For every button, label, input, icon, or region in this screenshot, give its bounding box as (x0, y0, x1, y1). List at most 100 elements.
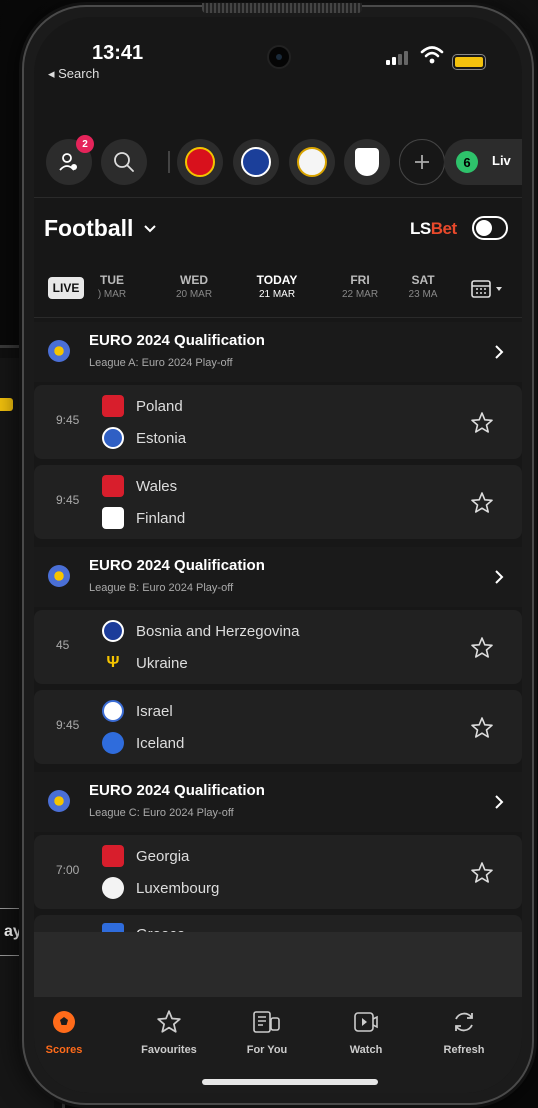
real-madrid-crest-icon (297, 147, 327, 177)
date-tab-date: 21 MAR (258, 289, 296, 300)
back-to-search-link[interactable]: ◂ Search (48, 66, 99, 82)
match-time: 45 (56, 638, 70, 652)
match-time: 9:45 (56, 493, 80, 507)
nav-label: Watch (349, 1044, 383, 1056)
scroll-fade (34, 932, 522, 1007)
star-icon[interactable] (470, 411, 494, 435)
team-shortcut-real-madrid[interactable] (289, 139, 335, 185)
shortcut-row: 2 6 Liv (46, 135, 522, 189)
match-time: 7:00 (56, 863, 80, 877)
nav-label: Refresh (443, 1044, 485, 1056)
date-tab-fri[interactable]: FRI 22 MAR (325, 273, 395, 300)
date-tab-wed[interactable]: WED 20 MAR (159, 273, 229, 300)
speaker-grille (202, 3, 362, 13)
add-shortcut-button[interactable] (399, 139, 445, 185)
camera-icon (267, 45, 291, 69)
divider (34, 197, 522, 198)
nav-label: Scores (45, 1044, 83, 1056)
team-name: Bosnia and Herzegovina (136, 622, 300, 640)
odds-toggle[interactable] (472, 216, 508, 240)
sport-selector[interactable]: Football (44, 215, 157, 242)
wales-crest-icon (102, 475, 124, 497)
match-row[interactable]: 9:45 Israel Iceland (34, 690, 522, 764)
competition-header[interactable]: EURO 2024 Qualification League A: Euro 2… (34, 322, 522, 382)
star-icon[interactable] (470, 861, 494, 885)
profile-button[interactable]: 2 (46, 135, 94, 185)
date-tab-date: ) MAR (97, 289, 127, 300)
nav-label: Favourites (141, 1044, 197, 1056)
competition-header[interactable]: EURO 2024 Qualification League C: Euro 2… (34, 772, 522, 832)
away-team: Luxembourg (102, 877, 219, 899)
refresh-icon (455, 1012, 473, 1032)
star-icon[interactable] (470, 491, 494, 515)
live-label: Liv (492, 153, 511, 168)
nav-for-you[interactable]: For You (227, 1009, 307, 1056)
nav-refresh[interactable]: Refresh (424, 1009, 504, 1056)
star-icon[interactable] (470, 636, 494, 660)
search-button[interactable] (101, 139, 147, 185)
team-name: Ukraine (136, 654, 188, 672)
video-icon (354, 1012, 378, 1032)
app-screen: 13:41 ◂ Search 2 6 Liv Football LSBet LI… (34, 17, 522, 1093)
search-icon (114, 152, 134, 172)
competition-header[interactable]: EURO 2024 Qualification League B: Euro 2… (34, 547, 522, 607)
football-icon (53, 1011, 75, 1033)
home-team: Georgia (102, 845, 189, 867)
star-icon[interactable] (470, 716, 494, 740)
date-bar: LIVE TUE) MAR WED 20 MAR TODAY 21 MAR FRI 2… (34, 265, 522, 311)
competition-subtitle: League C: Euro 2024 Play-off (89, 807, 234, 819)
phone-frame: 13:41 ◂ Search 2 6 Liv Football LSBet LI… (22, 3, 534, 1105)
live-matches-button[interactable]: 6 Liv (444, 139, 522, 185)
user-icon (59, 153, 77, 171)
play-button-label: ay (4, 923, 22, 940)
team-shortcut-chelsea[interactable] (233, 139, 279, 185)
chevron-right-icon (495, 345, 504, 359)
battery-icon (0, 398, 13, 411)
nav-watch[interactable]: Watch (326, 1009, 406, 1056)
euro-2024-icon (48, 790, 70, 812)
match-row[interactable]: 45 Bosnia and Herzegovina Ψ Ukraine (34, 610, 522, 684)
chelsea-crest-icon (241, 147, 271, 177)
match-row[interactable]: 9:45 Wales Finland (34, 465, 522, 539)
iceland-crest-icon (102, 732, 124, 754)
date-tab-sat[interactable]: SAT 23 MA (396, 273, 450, 300)
team-name: Iceland (136, 734, 185, 752)
match-row[interactable]: 7:00 Georgia Luxembourg (34, 835, 522, 909)
news-icon (253, 1011, 280, 1033)
team-shortcut-england[interactable] (344, 139, 390, 185)
lsbet-logo: LSBet (410, 219, 457, 239)
competition-title: EURO 2024 Qualification (89, 782, 265, 799)
home-indicator[interactable] (202, 1079, 378, 1085)
date-tab-day: SAT (411, 273, 435, 287)
date-tab-day: TUE (100, 273, 124, 287)
team-shortcut-man-utd[interactable] (177, 139, 223, 185)
status-time: 13:41 (92, 42, 144, 64)
nav-scores[interactable]: Scores (34, 1009, 104, 1056)
home-team: Wales (102, 475, 177, 497)
bottom-navigation: Scores Favourites For You Watch Refresh (34, 997, 522, 1093)
live-count-badge: 6 (456, 151, 478, 173)
notification-badge: 2 (76, 135, 94, 153)
chevron-right-icon (495, 570, 504, 584)
date-tab-day: FRI (350, 273, 370, 287)
date-tab-tue[interactable]: TUE ) MAR (77, 273, 147, 300)
israel-crest-icon (102, 700, 124, 722)
competition-title: EURO 2024 Qualification (89, 332, 265, 349)
wifi-icon (420, 46, 444, 64)
nav-favourites[interactable]: Favourites (129, 1009, 209, 1056)
competition-subtitle: League B: Euro 2024 Play-off (89, 582, 234, 594)
england-crest-icon (355, 148, 379, 176)
battery-icon (452, 54, 486, 70)
calendar-icon[interactable] (470, 279, 506, 299)
finland-crest-icon (102, 507, 124, 529)
estonia-crest-icon (102, 427, 124, 449)
date-tab-today[interactable]: TODAY 21 MAR (242, 273, 312, 300)
date-tab-date: 20 MAR (175, 289, 213, 300)
team-name: Wales (136, 477, 178, 495)
competition-subtitle: League A: Euro 2024 Play-off (89, 357, 233, 369)
euro-2024-icon (48, 565, 70, 587)
team-name: Luxembourg (136, 879, 220, 897)
match-row[interactable]: 9:45 Poland Estonia (34, 385, 522, 459)
chevron-down-icon (144, 224, 157, 232)
luxembourg-crest-icon (102, 877, 124, 899)
